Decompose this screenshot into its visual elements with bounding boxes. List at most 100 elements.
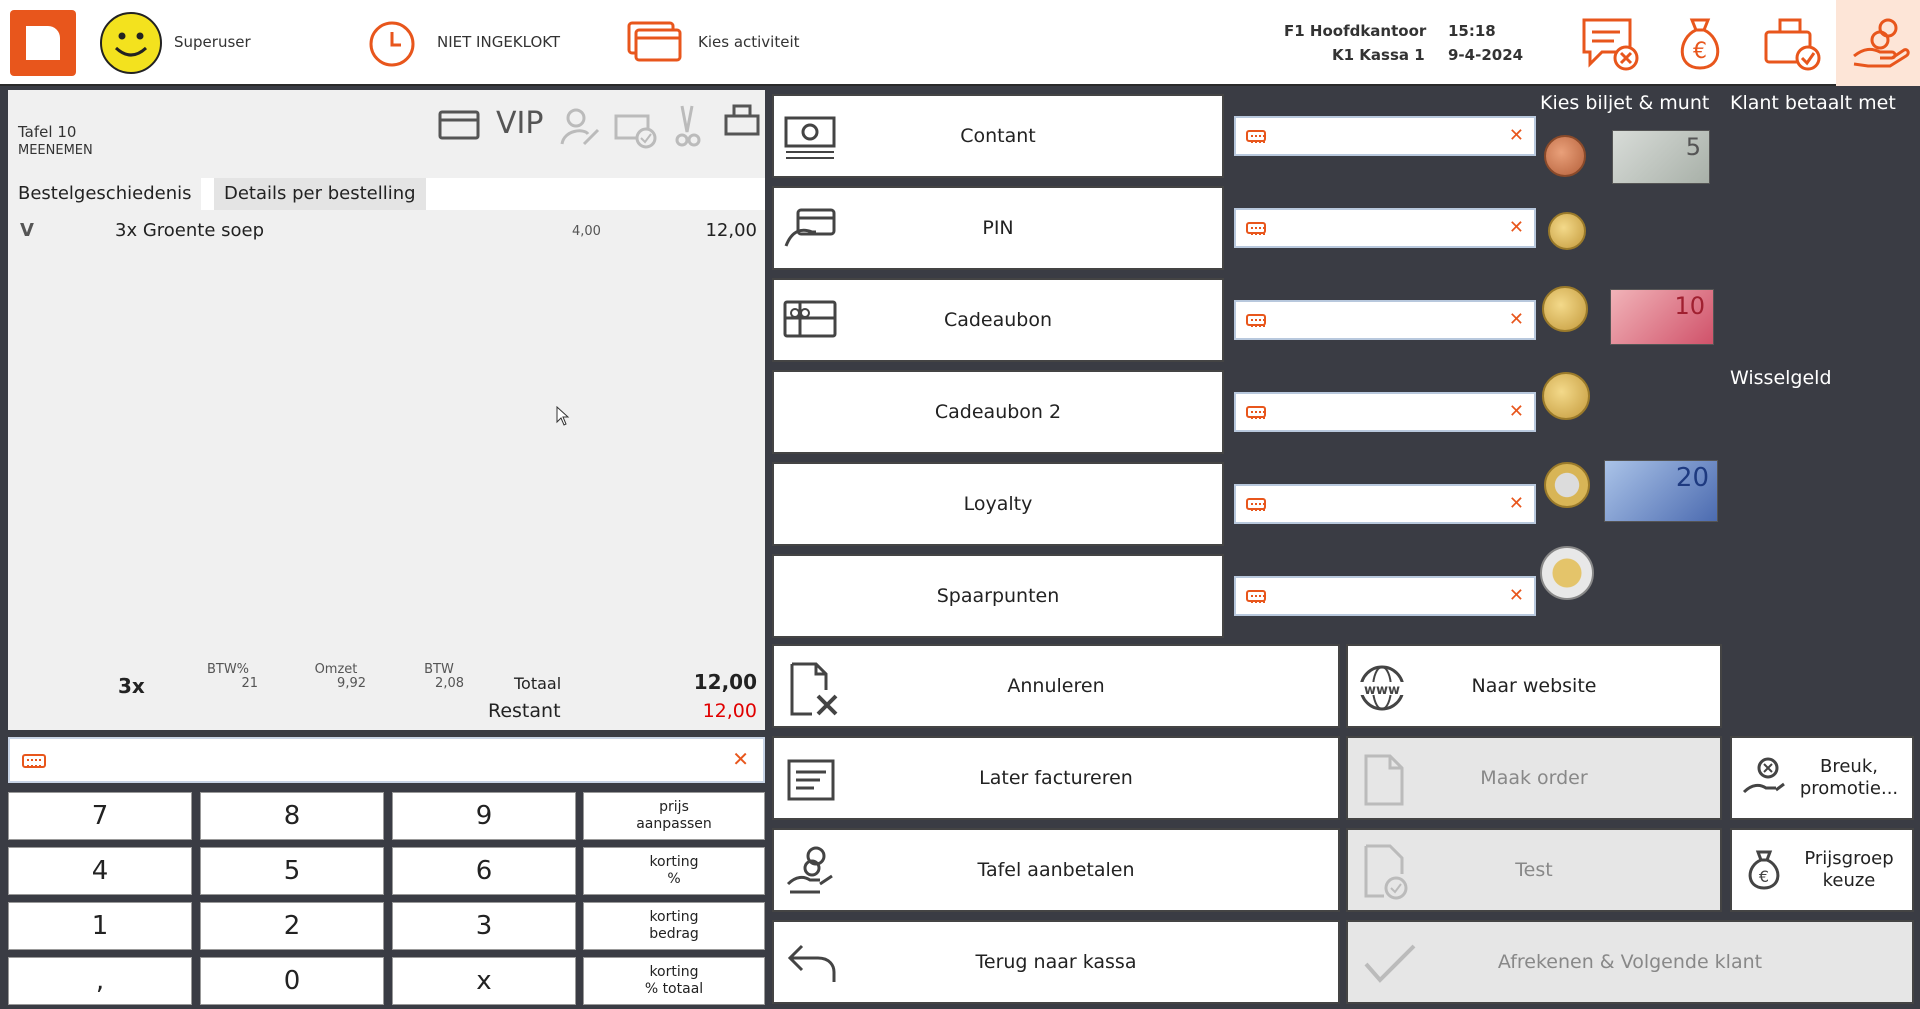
adjust-price-button[interactable]: prijs aanpassen — [583, 792, 765, 840]
note-10-euro-icon[interactable]: 10 — [1610, 289, 1714, 345]
customer-pays-tile[interactable] — [1836, 0, 1920, 86]
make-order-button[interactable]: Maak order — [1346, 736, 1722, 820]
key-7[interactable]: 7 — [8, 792, 192, 840]
activity-icon[interactable] — [626, 20, 682, 68]
clear-icon[interactable]: ✕ — [732, 749, 749, 769]
coin-20-cent-icon[interactable] — [1542, 286, 1588, 332]
total-value: 12,00 — [693, 670, 757, 694]
pin-amount-input[interactable]: ✕ — [1234, 208, 1536, 248]
price-group-button[interactable]: € Prijsgroep keuze — [1730, 828, 1914, 912]
top-bar: Superuser NIET INGEKLOKT Kies activiteit… — [0, 0, 1920, 86]
discount-amount-button[interactable]: korting bedrag — [583, 902, 765, 950]
pay-giftcard2-button[interactable]: Cadeaubon 2 — [772, 370, 1224, 454]
receipt-cancel-icon[interactable] — [1580, 16, 1642, 76]
coin-2-euro-icon[interactable] — [1540, 546, 1594, 600]
vip-button[interactable]: VIP — [496, 106, 543, 141]
test-label: Test — [1515, 859, 1553, 881]
keyboard-icon[interactable] — [1246, 222, 1266, 235]
table-subtitle: MEENEMEN — [18, 143, 93, 158]
scissors-icon — [675, 105, 701, 147]
item-flag: V — [20, 220, 34, 241]
giftcard-amount-input[interactable]: ✕ — [1234, 300, 1536, 340]
website-button[interactable]: www Naar website — [1346, 644, 1722, 728]
cancel-button[interactable]: Annuleren — [772, 644, 1340, 728]
key-comma[interactable]: , — [8, 957, 192, 1005]
tab-order-details[interactable]: Details per bestelling — [214, 178, 426, 210]
register-disabled-icon — [614, 114, 657, 149]
btw-pct-value: 21 — [241, 676, 258, 691]
fraction-promo-line1: Breuk, — [1820, 756, 1878, 777]
points-amount-input[interactable]: ✕ — [1234, 576, 1536, 616]
key-9[interactable]: 9 — [392, 792, 576, 840]
checkout-next-button[interactable]: Afrekenen & Volgende klant — [1346, 920, 1914, 1004]
keyboard-icon[interactable] — [22, 754, 46, 768]
clock-icon[interactable] — [368, 20, 416, 72]
activity-label[interactable]: Kies activiteit — [698, 33, 800, 51]
restant-value: 12,00 — [702, 700, 757, 722]
key-2[interactable]: 2 — [200, 902, 384, 950]
loyalty-amount-input[interactable]: ✕ — [1234, 484, 1536, 524]
pay-pin-button[interactable]: PIN — [772, 186, 1224, 270]
key-6[interactable]: 6 — [392, 847, 576, 895]
coin-50-cent-icon[interactable] — [1542, 372, 1590, 420]
keyboard-icon[interactable] — [1246, 498, 1266, 511]
keyboard-icon[interactable] — [1246, 314, 1266, 327]
card-icon[interactable] — [438, 108, 480, 142]
clear-icon[interactable]: ✕ — [1509, 587, 1524, 605]
back-to-register-button[interactable]: Terug naar kassa — [772, 920, 1340, 1004]
tab-order-history[interactable]: Bestelgeschiedenis — [8, 178, 202, 210]
note-20-euro-icon[interactable]: 20 — [1604, 460, 1718, 522]
user-avatar-icon[interactable] — [100, 12, 162, 74]
user-name[interactable]: Superuser — [174, 33, 251, 51]
key-8[interactable]: 8 — [200, 792, 384, 840]
clear-icon[interactable]: ✕ — [1509, 495, 1524, 513]
location-register: K1 Kassa 1 — [1332, 46, 1425, 64]
keyboard-icon[interactable] — [1246, 130, 1266, 143]
pay-points-button[interactable]: Spaarpunten — [772, 554, 1224, 638]
key-0[interactable]: 0 — [200, 957, 384, 1005]
table-prepay-button[interactable]: Tafel aanbetalen — [772, 828, 1340, 912]
clear-icon[interactable]: ✕ — [1509, 403, 1524, 421]
discount-amount-line2: bedrag — [649, 926, 699, 942]
keyboard-icon[interactable] — [1246, 590, 1266, 603]
pay-loyalty-label: Loyalty — [963, 493, 1033, 515]
omzet-value: 9,92 — [337, 676, 366, 691]
hand-coin-icon — [1853, 18, 1910, 68]
cash-amount-input[interactable]: ✕ — [1234, 116, 1536, 156]
register-check-icon[interactable] — [1762, 16, 1822, 76]
order-panel: Tafel 10 MEENEMEN VIP Bestelgeschiedenis… — [8, 90, 765, 730]
test-button[interactable]: Test — [1346, 828, 1722, 912]
note-10-value: 10 — [1674, 292, 1705, 320]
coin-1-euro-icon[interactable] — [1544, 462, 1590, 508]
clear-icon[interactable]: ✕ — [1509, 127, 1524, 145]
app-logo[interactable] — [10, 10, 76, 76]
pay-loyalty-button[interactable]: Loyalty — [772, 462, 1224, 546]
giftcard2-amount-input[interactable]: ✕ — [1234, 392, 1536, 432]
discount-percent-button[interactable]: korting% — [583, 847, 765, 895]
key-multiply[interactable]: x — [392, 957, 576, 1005]
key-3[interactable]: 3 — [392, 902, 576, 950]
coin-10-cent-icon[interactable] — [1548, 212, 1586, 250]
coin-5-cent-icon[interactable] — [1544, 135, 1586, 177]
printer-icon[interactable] — [724, 104, 762, 138]
price-group-label: Prijsgroep keuze — [1792, 830, 1906, 910]
table-row[interactable]: V 3x Groente soep 4,00 12,00 — [8, 218, 765, 246]
key-1[interactable]: 1 — [8, 902, 192, 950]
table-name: Tafel 10 — [18, 123, 77, 141]
amount-input[interactable]: ✕ — [8, 737, 765, 783]
clock-status[interactable]: NIET INGEKLOKT — [437, 33, 560, 51]
note-5-euro-icon[interactable]: 5 — [1612, 130, 1710, 184]
keyboard-icon[interactable] — [1246, 406, 1266, 419]
clear-icon[interactable]: ✕ — [1509, 311, 1524, 329]
invoice-later-button[interactable]: Later factureren — [772, 736, 1340, 820]
key-4[interactable]: 4 — [8, 847, 192, 895]
pay-giftcard-button[interactable]: Cadeaubon — [772, 278, 1224, 362]
fraction-promo-button[interactable]: Breuk, promotie... — [1730, 736, 1914, 820]
clear-icon[interactable]: ✕ — [1509, 219, 1524, 237]
pay-cash-button[interactable]: Contant — [772, 94, 1224, 178]
back-to-register-label: Terug naar kassa — [975, 951, 1137, 973]
discount-total-button[interactable]: korting% totaal — [583, 957, 765, 1005]
money-bag-icon[interactable]: € — [1672, 14, 1728, 76]
checkout-next-label: Afrekenen & Volgende klant — [1497, 951, 1763, 973]
key-5[interactable]: 5 — [200, 847, 384, 895]
